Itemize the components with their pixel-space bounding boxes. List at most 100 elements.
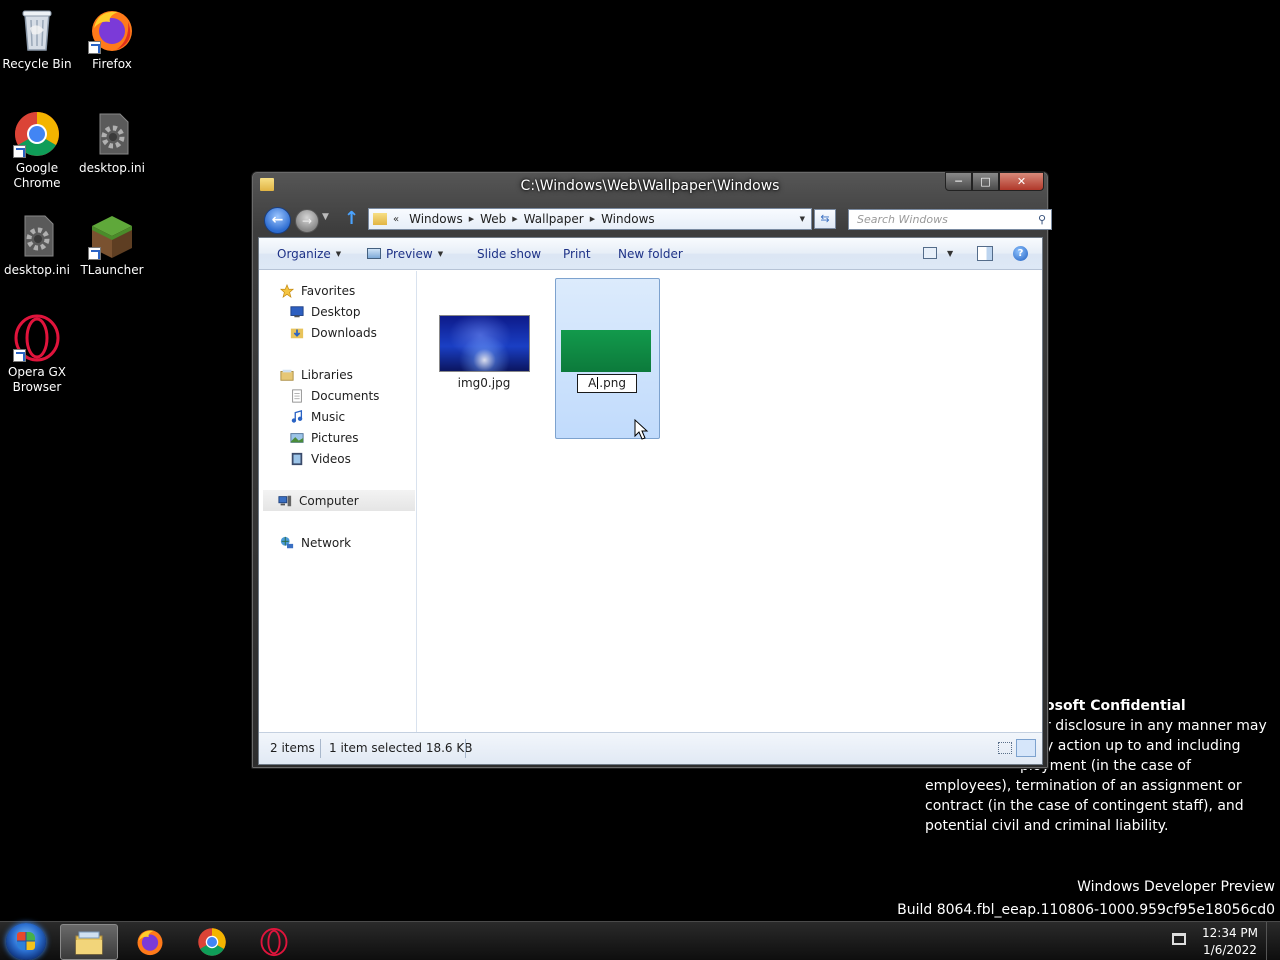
nav-item-favorites[interactable]: Favorites xyxy=(279,280,355,301)
tlauncher-icon xyxy=(88,212,136,260)
preview-pane-icon[interactable] xyxy=(977,246,993,261)
search-input[interactable]: Search Windows ⚲ xyxy=(848,209,1052,230)
file-list[interactable]: img0.jpg A .png xyxy=(418,271,1042,733)
details-view-icon[interactable] xyxy=(998,742,1012,754)
breadcrumb-arrow-icon[interactable]: ▶ xyxy=(512,215,517,223)
desktop-icon-label: Opera GX Browser xyxy=(7,365,67,394)
taskbar-opera-gx[interactable] xyxy=(246,924,304,960)
breadcrumb-arrow-icon[interactable]: ▶ xyxy=(469,215,474,223)
watermark-line: employees), termination of an assignment… xyxy=(925,778,1242,794)
rename-input[interactable]: A .png xyxy=(577,374,637,393)
image-thumbnail xyxy=(439,315,530,372)
shortcut-arrow-icon xyxy=(13,145,26,158)
taskbar-chrome[interactable] xyxy=(184,924,242,960)
breadcrumb-segment[interactable]: Windows xyxy=(409,212,463,226)
item-count: 2 items xyxy=(270,741,315,755)
navigation-row: ← → ▼ ↑ « Windows ▶ Web ▶ Wallpaper ▶ Wi… xyxy=(264,206,1052,234)
desktop-icon-firefox[interactable]: Firefox xyxy=(75,6,149,72)
address-bar[interactable]: « Windows ▶ Web ▶ Wallpaper ▶ Windows ▼ xyxy=(368,208,812,230)
dropdown-arrow-icon: ▼ xyxy=(335,250,342,258)
star-icon xyxy=(279,283,295,298)
nav-label: Network xyxy=(301,535,352,550)
chevron-icon[interactable]: « xyxy=(393,214,399,225)
shortcut-arrow-icon xyxy=(13,349,26,362)
nav-item-network[interactable]: Network xyxy=(279,532,351,553)
maximize-button[interactable]: □ xyxy=(972,172,999,191)
nav-item-computer[interactable]: Computer xyxy=(263,490,415,511)
refresh-button[interactable]: ⇆ xyxy=(814,209,836,229)
search-icon[interactable]: ⚲ xyxy=(1038,210,1046,229)
change-view-icon[interactable] xyxy=(923,247,937,259)
taskbar: 12:34 PM 1/6/2022 xyxy=(0,921,1280,960)
desktop-icon-tlauncher[interactable]: TLauncher xyxy=(75,212,149,278)
clock[interactable]: 12:34 PM 1/6/2022 xyxy=(1196,925,1264,959)
nav-label: Desktop xyxy=(311,304,361,319)
organize-button[interactable]: Organize ▼ xyxy=(277,247,341,261)
settings-file-icon xyxy=(13,212,61,260)
nav-item-pictures[interactable]: Pictures xyxy=(289,427,359,448)
print-button[interactable]: Print xyxy=(563,247,591,261)
chrome-icon xyxy=(198,928,226,956)
videos-icon xyxy=(291,452,303,465)
breadcrumb-segment[interactable]: Wallpaper xyxy=(524,212,584,226)
up-arrow-icon[interactable]: ↑ xyxy=(344,208,359,229)
title-bar[interactable]: C:\Windows\Web\Wallpaper\Windows ─ □ ✕ xyxy=(252,172,1048,200)
breadcrumb-segment[interactable]: Web xyxy=(480,212,506,226)
rename-text-before: A xyxy=(588,376,597,390)
status-bar: 2 items 1 item selected 18.6 KB xyxy=(259,732,1042,764)
desktop-icon-label: TLauncher xyxy=(80,263,144,277)
nav-label: Favorites xyxy=(301,283,356,298)
back-button[interactable]: ← xyxy=(264,207,291,234)
forward-button[interactable]: → xyxy=(295,209,319,233)
desktop-icon-recycle-bin[interactable]: Recycle Bin xyxy=(0,6,74,72)
downloads-folder-icon xyxy=(290,328,304,338)
start-button[interactable] xyxy=(6,923,46,960)
music-icon xyxy=(291,409,303,423)
breadcrumb-segment[interactable]: Windows xyxy=(601,212,655,226)
command-bar: Organize ▼ Preview ▼ Slide show Print New … xyxy=(259,238,1042,270)
rename-text-after: .png xyxy=(599,376,626,390)
file-item[interactable]: img0.jpg xyxy=(436,311,532,391)
address-dropdown-icon[interactable]: ▼ xyxy=(800,215,805,223)
documents-icon xyxy=(292,388,302,403)
pictures-icon xyxy=(290,432,304,443)
help-icon[interactable]: ? xyxy=(1013,246,1028,261)
slideshow-button[interactable]: Slide show xyxy=(477,247,541,261)
desktop-icon-label: Recycle Bin xyxy=(2,57,72,71)
minimize-button[interactable]: ─ xyxy=(945,172,972,191)
file-item-selected[interactable]: A .png xyxy=(555,278,660,439)
opera-gx-icon xyxy=(13,314,61,362)
preview-button[interactable]: Preview ▼ xyxy=(367,247,443,261)
folder-icon xyxy=(373,213,387,225)
nav-item-downloads[interactable]: Downloads xyxy=(289,322,377,343)
desktop-icon-opera-gx[interactable]: Opera GX Browser xyxy=(0,314,74,395)
nav-item-videos[interactable]: Videos xyxy=(289,448,351,469)
view-dropdown-icon[interactable]: ▼ xyxy=(947,249,953,258)
nav-item-music[interactable]: Music xyxy=(289,406,345,427)
new-folder-button[interactable]: New folder xyxy=(618,247,683,261)
nav-item-desktop[interactable]: Desktop xyxy=(289,301,361,322)
breadcrumb-arrow-icon[interactable]: ▶ xyxy=(590,215,595,223)
dropdown-arrow-icon: ▼ xyxy=(437,250,444,258)
recent-locations-icon[interactable]: ▼ xyxy=(322,212,329,222)
nav-item-libraries[interactable]: Libraries xyxy=(279,364,353,385)
show-desktop-button[interactable] xyxy=(1266,922,1280,960)
navigation-pane: Favorites Desktop Downloads Libraries Do… xyxy=(259,271,417,733)
close-button[interactable]: ✕ xyxy=(999,172,1044,191)
desktop-icon-desktop-ini[interactable]: desktop.ini xyxy=(75,110,149,176)
taskbar-firefox[interactable] xyxy=(122,924,180,960)
action-center-icon[interactable] xyxy=(1172,933,1186,945)
desktop-icon-label: Firefox xyxy=(92,57,132,71)
desktop-icon-chrome[interactable]: Google Chrome xyxy=(0,110,74,191)
desktop-icon xyxy=(290,305,304,317)
settings-file-icon xyxy=(88,110,136,158)
chrome-icon xyxy=(13,110,61,158)
desktop-icon-desktop-ini-2[interactable]: desktop.ini xyxy=(0,212,74,278)
nav-item-documents[interactable]: Documents xyxy=(289,385,379,406)
nav-label: Computer xyxy=(299,493,359,508)
firefox-icon xyxy=(88,6,136,54)
taskbar-explorer[interactable] xyxy=(60,924,118,960)
preview-icon xyxy=(367,248,381,259)
explorer-window[interactable]: C:\Windows\Web\Wallpaper\Windows ─ □ ✕ ←… xyxy=(251,171,1052,769)
large-icons-view-icon[interactable] xyxy=(1016,739,1036,757)
